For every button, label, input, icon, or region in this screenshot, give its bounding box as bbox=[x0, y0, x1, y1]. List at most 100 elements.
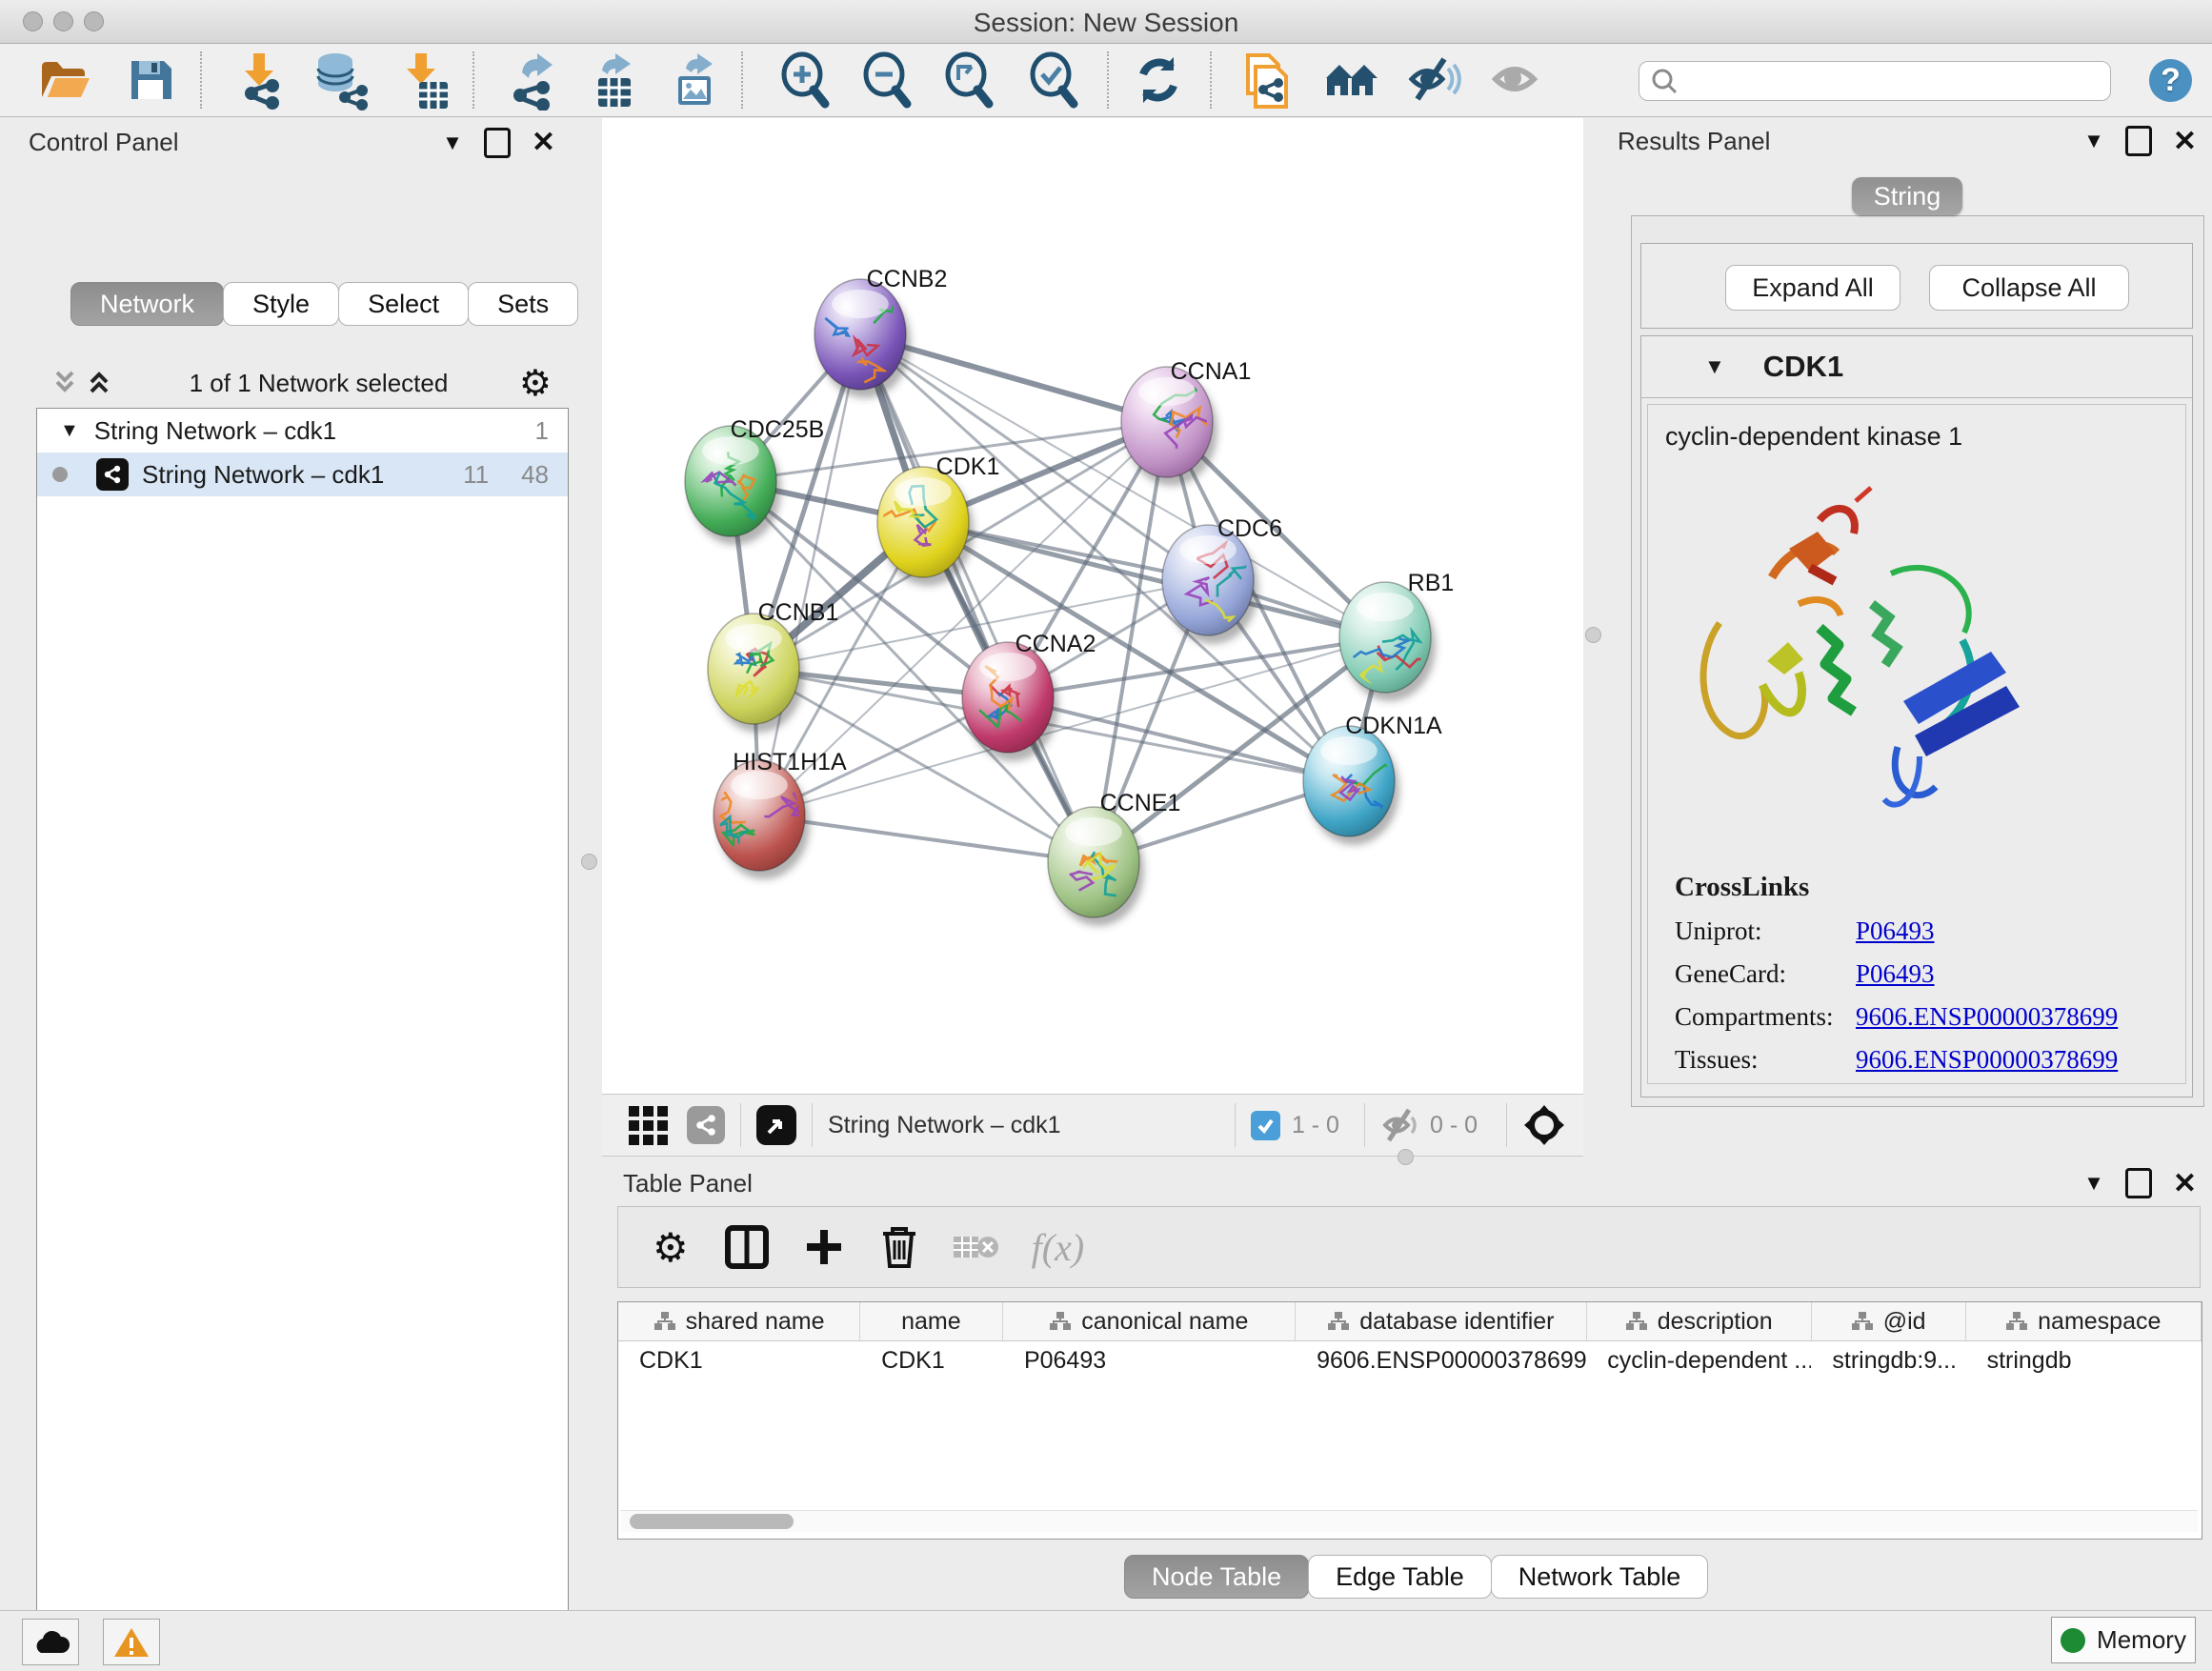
grid-view-icon[interactable] bbox=[629, 1106, 668, 1145]
table-row[interactable]: CDK1CDK1P064939606.ENSP00000378699cyclin… bbox=[618, 1341, 2202, 1379]
network-edge-CCNB2-CCNE1[interactable] bbox=[860, 334, 1094, 862]
results-panel-float-icon[interactable] bbox=[2125, 126, 2152, 156]
memory-button[interactable]: Memory bbox=[2051, 1617, 2196, 1663]
control-panel-close-icon[interactable]: ✕ bbox=[532, 126, 555, 159]
crosslink-link[interactable]: P06493 bbox=[1856, 959, 1935, 989]
network-node-CDC6[interactable]: CDC6 bbox=[1162, 515, 1282, 644]
column-header-description[interactable]: description bbox=[1587, 1302, 1812, 1340]
warnings-button[interactable] bbox=[103, 1619, 160, 1665]
network-edge-CDK1-RB1[interactable] bbox=[923, 522, 1385, 637]
network-options-gear-icon[interactable]: ⚙ bbox=[519, 362, 552, 405]
table-cell[interactable]: cyclin-dependent ... bbox=[1586, 1341, 1811, 1379]
network-edge-CCNB2-HIST1H1A[interactable] bbox=[759, 334, 860, 815]
crosslink-label: GeneCard: bbox=[1675, 959, 1856, 989]
horizontal-splitter-grip[interactable] bbox=[1398, 1149, 1414, 1165]
collection-expand-icon[interactable]: ▼ bbox=[60, 420, 79, 442]
selected-checkbox-icon[interactable] bbox=[1251, 1111, 1280, 1140]
zoom-in-icon[interactable] bbox=[777, 51, 831, 109]
selected-count: 1 - 0 bbox=[1292, 1112, 1339, 1139]
tab-sets[interactable]: Sets bbox=[468, 282, 578, 326]
column-header-namespace[interactable]: namespace bbox=[1966, 1302, 2202, 1340]
search-input[interactable] bbox=[1678, 67, 2091, 95]
open-session-icon[interactable] bbox=[38, 55, 91, 105]
zoom-fit-icon[interactable] bbox=[941, 51, 995, 109]
hide-selected-icon[interactable] bbox=[1406, 55, 1461, 103]
zoom-out-icon[interactable] bbox=[859, 51, 913, 109]
table-cell[interactable]: 9606.ENSP00000378699 bbox=[1296, 1341, 1586, 1379]
gene-collapse-icon[interactable]: ▼ bbox=[1704, 354, 1725, 379]
tab-network-table[interactable]: Network Table bbox=[1491, 1555, 1709, 1599]
tab-network[interactable]: Network bbox=[70, 282, 224, 326]
gene-section-header[interactable]: ▼ CDK1 bbox=[1641, 336, 2192, 398]
right-splitter-grip[interactable] bbox=[1585, 627, 1601, 643]
refresh-icon[interactable] bbox=[1132, 53, 1185, 107]
column-header-@id[interactable]: @id bbox=[1812, 1302, 1966, 1340]
fit-selected-crosshair-icon[interactable] bbox=[1522, 1103, 1566, 1147]
crosslink-link[interactable]: 9606.ENSP00000378699 bbox=[1856, 1002, 2118, 1032]
table-cell[interactable]: stringdb:9... bbox=[1811, 1341, 1965, 1379]
table-panel-float-icon[interactable] bbox=[2125, 1168, 2152, 1198]
network-row[interactable]: String Network – cdk1 11 48 bbox=[37, 453, 568, 496]
save-session-icon[interactable] bbox=[126, 55, 175, 105]
tab-style[interactable]: Style bbox=[223, 282, 339, 326]
tab-edge-table[interactable]: Edge Table bbox=[1308, 1555, 1492, 1599]
column-header-name[interactable]: name bbox=[860, 1302, 1002, 1340]
tab-node-table[interactable]: Node Table bbox=[1124, 1555, 1309, 1599]
expand-all-button[interactable]: Expand All bbox=[1725, 265, 1900, 311]
column-network-icon bbox=[2005, 1311, 2028, 1332]
export-image-icon[interactable] bbox=[665, 51, 720, 111]
show-columns-icon[interactable] bbox=[725, 1225, 769, 1269]
tab-string[interactable]: String bbox=[1852, 177, 1962, 215]
node-label-HIST1H1A: HIST1H1A bbox=[733, 749, 847, 775]
tab-select[interactable]: Select bbox=[338, 282, 469, 326]
network-node-CDK1[interactable]: CDK1 bbox=[877, 453, 999, 586]
import-table-from-file-icon[interactable] bbox=[398, 51, 452, 111]
zoom-selected-icon[interactable] bbox=[1026, 51, 1079, 109]
results-panel-menu-icon[interactable]: ▼ bbox=[2083, 129, 2104, 153]
clone-network-icon[interactable] bbox=[1237, 51, 1294, 111]
table-panel-menu-icon[interactable]: ▼ bbox=[2083, 1171, 2104, 1196]
collapse-all-networks-icon[interactable] bbox=[84, 367, 118, 399]
left-splitter-grip[interactable] bbox=[581, 854, 597, 870]
column-header-shared-name[interactable]: shared name bbox=[618, 1302, 860, 1340]
help-icon[interactable]: ? bbox=[2149, 59, 2192, 102]
network-node-CCNA1[interactable]: CCNA1 bbox=[1121, 358, 1251, 486]
control-panel-title: Control Panel bbox=[29, 128, 179, 157]
scrollbar-thumb[interactable] bbox=[630, 1514, 794, 1529]
protein-structure-image bbox=[1677, 461, 2077, 842]
network-node-RB1[interactable]: RB1 bbox=[1339, 570, 1454, 701]
table-options-gear-icon[interactable]: ⚙ bbox=[653, 1224, 689, 1271]
network-node-CDC25B[interactable]: CDC25B bbox=[685, 416, 824, 545]
table-cell[interactable]: stringdb bbox=[1966, 1341, 2202, 1379]
table-panel-close-icon[interactable]: ✕ bbox=[2173, 1167, 2197, 1200]
results-panel-close-icon[interactable]: ✕ bbox=[2173, 125, 2197, 158]
table-cell[interactable]: CDK1 bbox=[860, 1341, 1003, 1379]
first-neighbors-icon[interactable] bbox=[1322, 55, 1381, 105]
table-horizontal-scrollbar[interactable] bbox=[620, 1510, 2198, 1532]
column-header-database-identifier[interactable]: database identifier bbox=[1296, 1302, 1587, 1340]
control-panel-float-icon[interactable] bbox=[484, 128, 511, 158]
export-network-icon[interactable] bbox=[505, 51, 560, 111]
table-cell[interactable]: P06493 bbox=[1003, 1341, 1296, 1379]
collapse-all-button[interactable]: Collapse All bbox=[1929, 265, 2129, 311]
add-column-icon[interactable] bbox=[803, 1226, 845, 1268]
import-network-from-database-icon[interactable] bbox=[311, 51, 370, 111]
network-node-CCNB1[interactable]: CCNB1 bbox=[708, 599, 838, 733]
import-network-from-file-icon[interactable] bbox=[232, 51, 288, 111]
delete-column-icon[interactable] bbox=[879, 1224, 919, 1270]
crosslink-link[interactable]: 9606.ENSP00000378699 bbox=[1856, 1045, 2118, 1075]
network-canvas[interactable]: CCNB2CCNA1CDC25BCDK1CDC6RB1CCNB1CCNA2CDK… bbox=[602, 118, 1583, 1094]
column-header-canonical-name[interactable]: canonical name bbox=[1003, 1302, 1296, 1340]
export-table-icon[interactable] bbox=[583, 51, 638, 111]
cloud-button[interactable] bbox=[22, 1619, 79, 1665]
birds-eye-view-icon[interactable] bbox=[756, 1105, 796, 1145]
table-cell[interactable]: CDK1 bbox=[618, 1341, 860, 1379]
crosslink-link[interactable]: P06493 bbox=[1856, 916, 1935, 946]
network-share-icon[interactable] bbox=[687, 1106, 725, 1144]
search-field[interactable] bbox=[1639, 61, 2111, 101]
expand-all-networks-icon[interactable] bbox=[50, 367, 84, 399]
network-node-CCNB2[interactable]: CCNB2 bbox=[814, 266, 947, 398]
network-node-HIST1H1A[interactable]: HIST1H1A bbox=[712, 749, 847, 879]
control-panel-menu-icon[interactable]: ▼ bbox=[442, 131, 463, 155]
network-collection-row[interactable]: ▼ String Network – cdk1 1 bbox=[37, 409, 568, 453]
